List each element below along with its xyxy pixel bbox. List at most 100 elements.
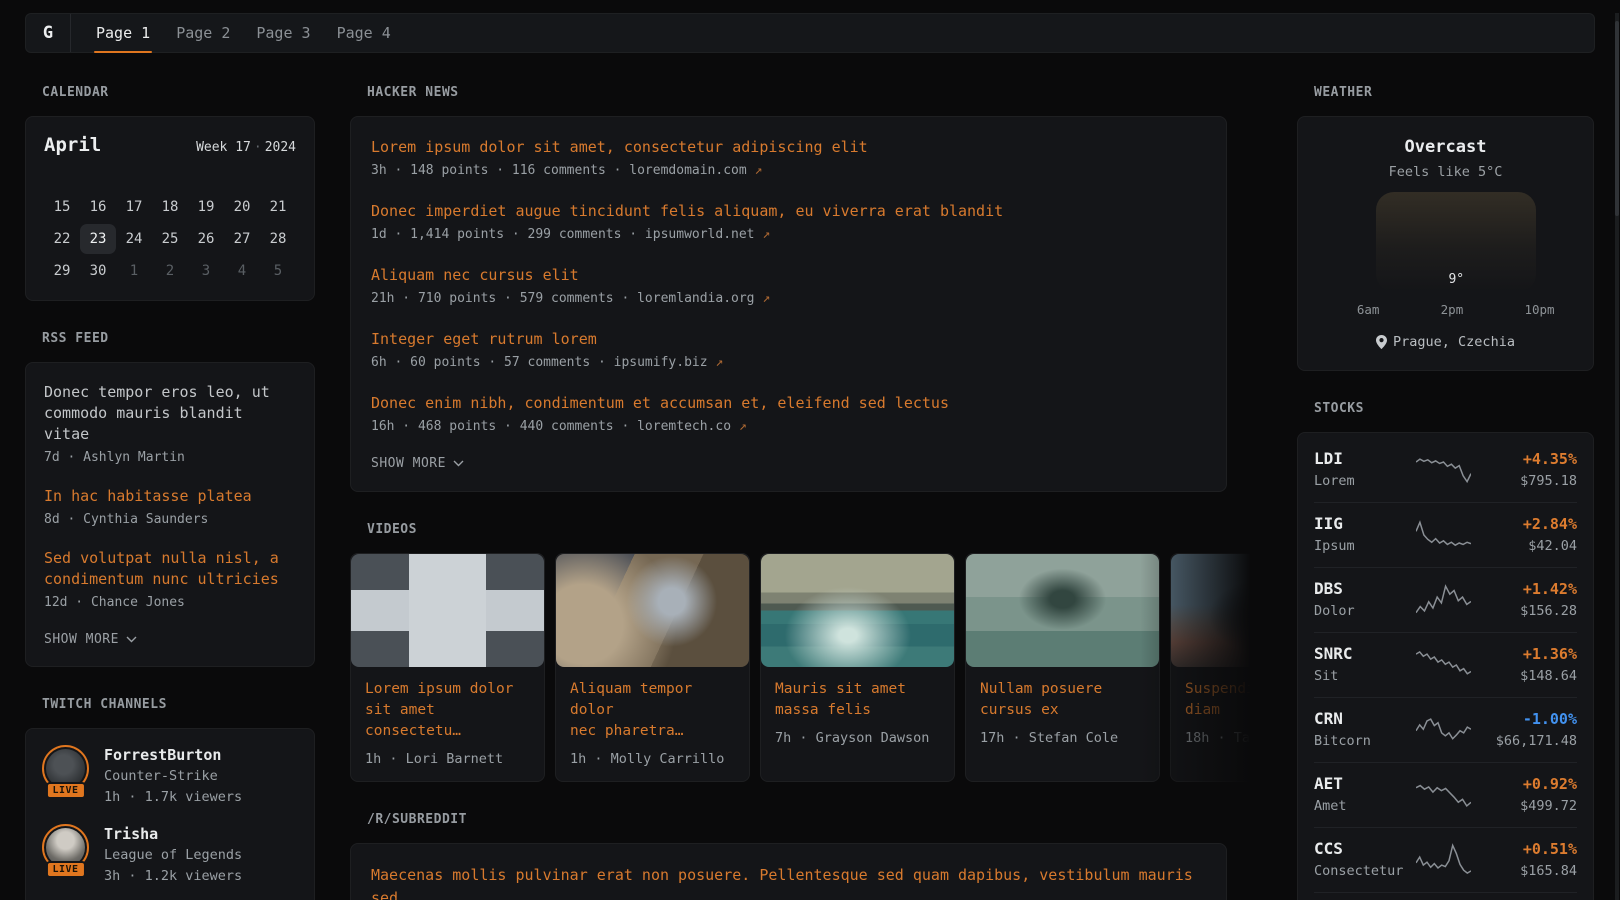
external-link-icon[interactable]: ↗ (762, 227, 770, 242)
calendar-widget: April Week 17·2024 15 16 17 (25, 116, 315, 301)
calendar-section: CALENDAR April Week 17·2024 15 16 (25, 85, 315, 301)
calendar-day-number: 4 (238, 263, 246, 279)
video-card[interactable]: Nullam posuere cursus ex 17h · Stefan Co… (965, 553, 1160, 782)
stock-values: -1.00% $66,171.48 (1477, 709, 1577, 751)
rss-item-meta: 12d · Chance Jones (44, 593, 296, 612)
hacker-news-item-title[interactable]: Integer eget rutrum lorem (371, 329, 1206, 350)
stock-change-percent: +1.36% (1477, 644, 1577, 664)
subreddit-post-title[interactable]: Maecenas mollis pulvinar erat non posuer… (371, 864, 1206, 900)
page-scrollbar[interactable] (1615, 13, 1619, 900)
twitch-channel-category: League of Legends (104, 845, 242, 865)
calendar-day-cell: 1 (116, 256, 152, 286)
stock-change-percent: +0.51% (1477, 839, 1577, 859)
video-card[interactable]: Lorem ipsum dolor sit amet consectetu… 1… (350, 553, 545, 782)
rss-item-title[interactable]: Sed volutpat nulla nisl, a condimentum n… (44, 548, 296, 590)
stock-row[interactable]: AET Amet +0.92% $499.72 (1314, 762, 1577, 827)
external-link-icon[interactable]: ↗ (739, 419, 747, 434)
video-card[interactable]: Aliquam tempor dolor nec pharetra… 1h · … (555, 553, 750, 782)
hacker-news-item-title[interactable]: Donec imperdiet augue tincidunt felis al… (371, 201, 1206, 222)
stocks-widget: LDI Lorem +4.35% $795.18 IIG Ips (1297, 432, 1594, 900)
rss-show-more-button[interactable]: SHOW MORE (44, 632, 296, 647)
show-more-label: SHOW MORE (371, 456, 446, 471)
calendar-day-number: 2 (166, 263, 174, 279)
stock-values: +0.92% $499.72 (1477, 774, 1577, 816)
hacker-news-widget: Lorem ipsum dolor sit amet, consectetur … (350, 116, 1227, 492)
weather-bar-slot: 9° (1448, 272, 1464, 292)
page-tab[interactable]: Page 3 (243, 14, 323, 52)
calendar-day-number: 28 (270, 231, 287, 247)
twitch-channel-name: ForrestBurton (104, 745, 242, 765)
hacker-news-item-title[interactable]: Aliquam nec cursus elit (371, 265, 1206, 286)
calendar-day-number: 18 (162, 199, 179, 215)
hacker-news-item-meta: 16h · 468 points · 440 comments · loremt… (371, 417, 1206, 436)
hacker-news-item-title[interactable]: Donec enim nibh, condimentum et accumsan… (371, 393, 1206, 414)
twitch-channel-list: LIVE ForrestBurton Counter-Strike 1h · 1… (42, 745, 298, 900)
subreddit-section-title: /R/SUBREDDIT (367, 812, 1227, 827)
videos-carousel: Lorem ipsum dolor sit amet consectetu… 1… (350, 553, 1275, 782)
page-tab[interactable]: Page 4 (324, 14, 404, 52)
video-title[interactable]: Mauris sit amet massa felis (775, 679, 940, 721)
calendar-day-cell: 28 (260, 224, 296, 254)
show-more-label: SHOW MORE (44, 632, 119, 647)
twitch-channel-row[interactable]: LIVE ForrestBurton Counter-Strike 1h · 1… (42, 745, 298, 807)
external-link-icon[interactable]: ↗ (715, 355, 723, 370)
twitch-channel-info: ForrestBurton Counter-Strike 1h · 1.7k v… (104, 745, 242, 807)
video-title[interactable]: Aliquam tempor dolor nec pharetra… (570, 679, 735, 742)
rss-item-title[interactable]: Donec tempor eros leo, ut commodo mauris… (44, 382, 296, 445)
twitch-channel-row[interactable]: LIVE Trisha League of Legends 3h · 1.2k … (42, 824, 298, 886)
page-tab[interactable]: Page 1 (83, 14, 163, 52)
twitch-channel-category: Counter-Strike (104, 766, 242, 786)
stock-row[interactable]: CRN Bitcorn -1.00% $66,171.48 (1314, 697, 1577, 762)
video-title[interactable]: Suspendisse diam (1185, 679, 1275, 721)
stock-row[interactable]: DBS Dolor +1.42% $156.28 (1314, 567, 1577, 632)
hacker-news-item-meta: 6h · 60 points · 57 comments · ipsumify.… (371, 353, 1206, 372)
stock-sparkline-chart (1410, 580, 1477, 620)
page-scrollbar-thumb[interactable] (1615, 21, 1619, 216)
calendar-day-number: 3 (202, 263, 210, 279)
video-title[interactable]: Nullam posuere cursus ex (980, 679, 1145, 721)
middle-column: HACKER NEWS Lorem ipsum dolor sit amet, … (350, 85, 1227, 900)
video-card[interactable]: Mauris sit amet massa felis 7h · Grayson… (760, 553, 955, 782)
dashboard-grid: CALENDAR April Week 17·2024 15 16 (0, 85, 1620, 900)
weather-location: Prague, Czechia (1316, 334, 1575, 350)
calendar-day-number: 21 (270, 199, 287, 215)
calendar-day-number: 1 (130, 263, 138, 279)
subreddit-widget: Maecenas mollis pulvinar erat non posuer… (350, 843, 1227, 900)
hacker-news-item-title[interactable]: Lorem ipsum dolor sit amet, consectetur … (371, 137, 1206, 158)
calendar-day-number: 22 (54, 231, 71, 247)
twitch-channel-meta: 3h · 1.2k viewers (104, 866, 242, 886)
twitch-channel-info: Trisha League of Legends 3h · 1.2k viewe… (104, 824, 242, 886)
external-link-icon[interactable]: ↗ (762, 291, 770, 306)
weather-widget: Overcast Feels like 5°C 9° 6am2pm10pm Pr… (1297, 116, 1594, 371)
stock-name: Dolor (1314, 602, 1410, 621)
stock-sparkline-chart (1410, 775, 1477, 815)
stock-change-percent: +4.35% (1477, 449, 1577, 469)
stock-row[interactable]: SNRC Sit +1.36% $148.64 (1314, 632, 1577, 697)
stock-id: DBS Dolor (1314, 579, 1410, 621)
video-card[interactable]: Suspendisse diam 18h · Tara (1170, 553, 1275, 782)
rss-widget: Donec tempor eros leo, ut commodo mauris… (25, 362, 315, 667)
right-column: WEATHER Overcast Feels like 5°C 9° 6am2p… (1297, 85, 1594, 900)
rss-item-title[interactable]: In hac habitasse platea (44, 486, 296, 507)
stock-row[interactable]: AHS +0.46% (1314, 892, 1577, 900)
external-link-icon[interactable]: ↗ (755, 163, 763, 178)
calendar-day-cell: 30 (80, 256, 116, 286)
calendar-day-cell: 24 (116, 224, 152, 254)
stock-values: +2.84% $42.04 (1477, 514, 1577, 556)
stock-change-percent: +1.42% (1477, 579, 1577, 599)
stock-row[interactable]: IIG Ipsum +2.84% $42.04 (1314, 502, 1577, 567)
calendar-day-cell: 18 (152, 192, 188, 222)
stock-id: CCS Consectetur (1314, 839, 1410, 881)
hacker-news-show-more-button[interactable]: SHOW MORE (371, 456, 1206, 471)
app-logo[interactable]: G (26, 14, 71, 52)
stock-symbol: AET (1314, 774, 1410, 794)
video-title[interactable]: Lorem ipsum dolor sit amet consectetu… (365, 679, 530, 742)
calendar-day-cell: 26 (188, 224, 224, 254)
videos-section-title: VIDEOS (367, 522, 1227, 537)
stock-name: Ipsum (1314, 537, 1410, 556)
page-tab[interactable]: Page 2 (163, 14, 243, 52)
stock-row[interactable]: LDI Lorem +4.35% $795.18 (1314, 438, 1577, 502)
twitch-channel-meta: 1h · 1.7k viewers (104, 787, 242, 807)
calendar-day-cell: 23 (80, 224, 116, 254)
stock-row[interactable]: CCS Consectetur +0.51% $165.84 (1314, 827, 1577, 892)
